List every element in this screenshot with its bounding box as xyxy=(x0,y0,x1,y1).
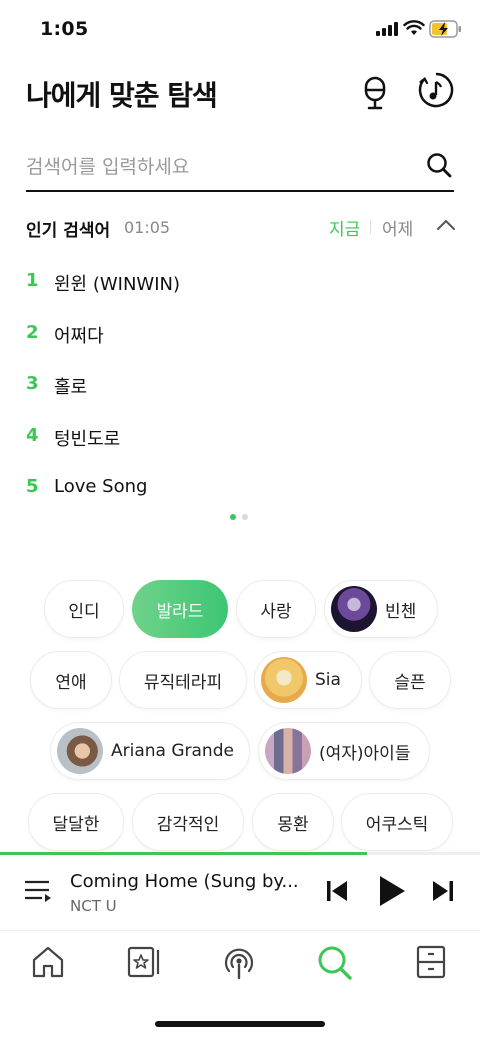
list-item[interactable]: 2 어쩌다 xyxy=(26,314,446,366)
chip-label: 인디 xyxy=(68,601,100,622)
search-term: 홀로 xyxy=(54,377,88,398)
tab-now[interactable]: 지금 xyxy=(329,215,360,240)
chip-artist-sia[interactable]: Sia xyxy=(254,651,362,709)
search-term: 텅빈도로 xyxy=(54,428,121,450)
chip-label: 어쿠스틱 xyxy=(365,814,429,835)
chip-label: (여자)아이들 xyxy=(319,743,411,764)
chip-indie[interactable]: 인디 xyxy=(44,580,124,638)
chip-label: 발라드 xyxy=(156,601,204,622)
now-playing-artist: NCT U xyxy=(70,897,117,915)
chip-artist-ariana-grande[interactable]: Ariana Grande xyxy=(50,722,250,780)
mini-player[interactable]: Coming Home (Sung by... NCT U xyxy=(0,855,480,931)
chip-label: 몽환 xyxy=(277,814,309,835)
status-bar: 1:05 xyxy=(0,0,480,56)
chip-label: 빈첸 xyxy=(385,601,417,622)
home-indicator xyxy=(155,1021,325,1027)
chip-label: 연애 xyxy=(55,672,87,693)
play-icon[interactable] xyxy=(378,875,406,907)
search-term: 어쩌다 xyxy=(54,325,104,347)
next-icon[interactable] xyxy=(432,879,454,903)
library-icon[interactable] xyxy=(126,944,162,980)
chip-label: 달달한 xyxy=(52,814,100,835)
chip-artist-gidle[interactable]: (여자)아이들 xyxy=(258,722,430,780)
chip-label: 감각적인 xyxy=(156,814,220,835)
mic-icon[interactable] xyxy=(360,74,390,114)
playlist-icon[interactable] xyxy=(24,879,52,905)
chip-sweet[interactable]: 달달한 xyxy=(28,793,124,851)
status-time: 1:05 xyxy=(40,18,89,40)
chevron-up-icon[interactable] xyxy=(436,218,456,232)
search-icon[interactable] xyxy=(426,152,452,178)
search-icon[interactable] xyxy=(316,944,354,982)
tab-divider xyxy=(370,220,371,234)
music-history-icon[interactable] xyxy=(418,72,454,108)
popular-searches-list: 1 윈윈 (WINWIN) 2 어쩌다 3 홀로 4 텅빈도로 5 Love S… xyxy=(26,262,446,520)
chip-sad[interactable]: 슬픈 xyxy=(369,651,451,709)
artist-avatar xyxy=(57,728,103,774)
chip-dreamy[interactable]: 몽환 xyxy=(252,793,334,851)
chip-label: 슬픈 xyxy=(394,672,426,693)
chip-label: 뮤직테라피 xyxy=(143,672,223,693)
cellular-signal-icon xyxy=(376,22,398,36)
podcast-icon[interactable] xyxy=(220,944,258,982)
rank-number: 4 xyxy=(26,424,39,446)
chip-ballad[interactable]: 발라드 xyxy=(132,580,228,638)
popular-searches-header: 인기 검색어 01:05 지금 어제 xyxy=(26,214,456,241)
chip-label: Sia xyxy=(315,670,341,690)
search-bar xyxy=(26,148,454,192)
list-item[interactable]: 1 윈윈 (WINWIN) xyxy=(26,262,446,314)
artist-avatar xyxy=(265,728,311,774)
rank-number: 5 xyxy=(26,476,39,497)
page-header: 나에게 맞춘 탐색 xyxy=(26,70,456,118)
chip-love[interactable]: 사랑 xyxy=(236,580,316,638)
rank-number: 3 xyxy=(26,373,39,394)
list-item[interactable]: 5 Love Song xyxy=(26,468,446,520)
artist-avatar xyxy=(261,657,307,703)
page-dot xyxy=(242,514,248,520)
wifi-icon xyxy=(403,20,425,35)
chip-label: 사랑 xyxy=(260,601,292,622)
chip-music-therapy[interactable]: 뮤직테라피 xyxy=(119,651,247,709)
popular-searches-time: 01:05 xyxy=(124,218,171,237)
chip-sensual[interactable]: 감각적인 xyxy=(132,793,244,851)
rank-number: 2 xyxy=(26,321,39,343)
popular-searches-title: 인기 검색어 xyxy=(26,221,111,241)
previous-icon[interactable] xyxy=(326,879,348,903)
tab-yesterday[interactable]: 어제 xyxy=(382,215,413,240)
bottom-tab-bar xyxy=(0,932,480,992)
page-title: 나에게 맞춘 탐색 xyxy=(26,79,218,112)
now-playing-title: Coming Home (Sung by... xyxy=(70,871,299,892)
search-term: 윈윈 (WINWIN) xyxy=(54,274,181,295)
battery-charging-icon xyxy=(429,20,461,38)
search-input[interactable] xyxy=(26,152,406,182)
chip-dating[interactable]: 연애 xyxy=(30,651,112,709)
artist-avatar xyxy=(331,586,377,632)
chip-label: Ariana Grande xyxy=(111,741,234,761)
home-icon[interactable] xyxy=(30,944,66,980)
chip-acoustic[interactable]: 어쿠스틱 xyxy=(341,793,453,851)
rank-number: 1 xyxy=(26,270,39,291)
page-indicator xyxy=(230,514,248,520)
storage-icon[interactable] xyxy=(414,944,448,980)
list-item[interactable]: 3 홀로 xyxy=(26,365,446,417)
list-item[interactable]: 4 텅빈도로 xyxy=(26,417,446,469)
search-term: Love Song xyxy=(54,476,148,497)
page-dot-active xyxy=(230,514,236,520)
chip-artist-vinxen[interactable]: 빈첸 xyxy=(324,580,438,638)
